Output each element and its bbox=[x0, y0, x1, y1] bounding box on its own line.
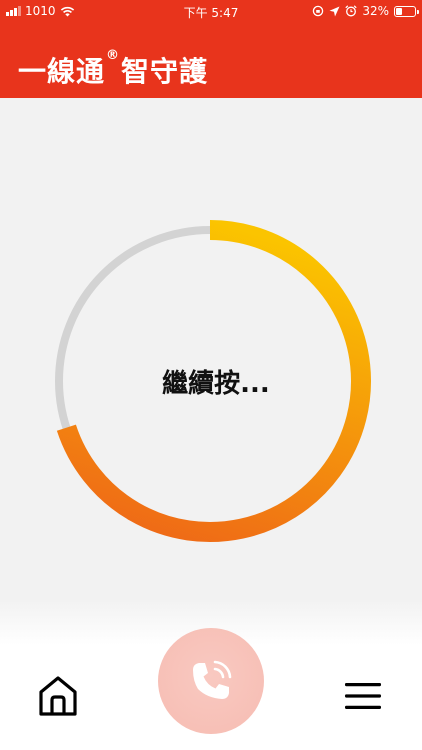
status-right: 32% bbox=[312, 4, 419, 18]
app-header: 1010 下午 5:47 32% 一線通 ® 智守護 bbox=[0, 0, 422, 98]
hold-instruction-label: 繼續按... bbox=[162, 369, 270, 399]
status-bar: 1010 下午 5:47 32% bbox=[0, 0, 422, 22]
location-arrow-icon bbox=[329, 6, 340, 16]
menu-button[interactable] bbox=[342, 680, 384, 712]
alarm-clock-icon bbox=[345, 5, 357, 17]
app-title-sub: 智守護 bbox=[121, 55, 209, 88]
battery-level-fill bbox=[396, 7, 402, 15]
screen: 1010 下午 5:47 32% 一線通 ® 智守護 繼續按... bbox=[0, 0, 422, 750]
phone-call-icon bbox=[193, 660, 232, 699]
rotation-lock-icon bbox=[313, 5, 324, 17]
hamburger-menu-icon bbox=[345, 683, 381, 709]
home-button[interactable] bbox=[36, 674, 80, 718]
home-icon bbox=[39, 676, 77, 716]
hold-progress-ring[interactable]: 繼續按... bbox=[55, 213, 377, 543]
registered-mark: ® bbox=[106, 48, 121, 63]
app-title: 一線通 ® 智守護 bbox=[18, 48, 209, 90]
battery-icon bbox=[394, 5, 419, 17]
emergency-call-button[interactable] bbox=[158, 628, 264, 734]
battery-percentage: 32% bbox=[362, 4, 389, 18]
app-title-main: 一線通 bbox=[18, 55, 106, 88]
